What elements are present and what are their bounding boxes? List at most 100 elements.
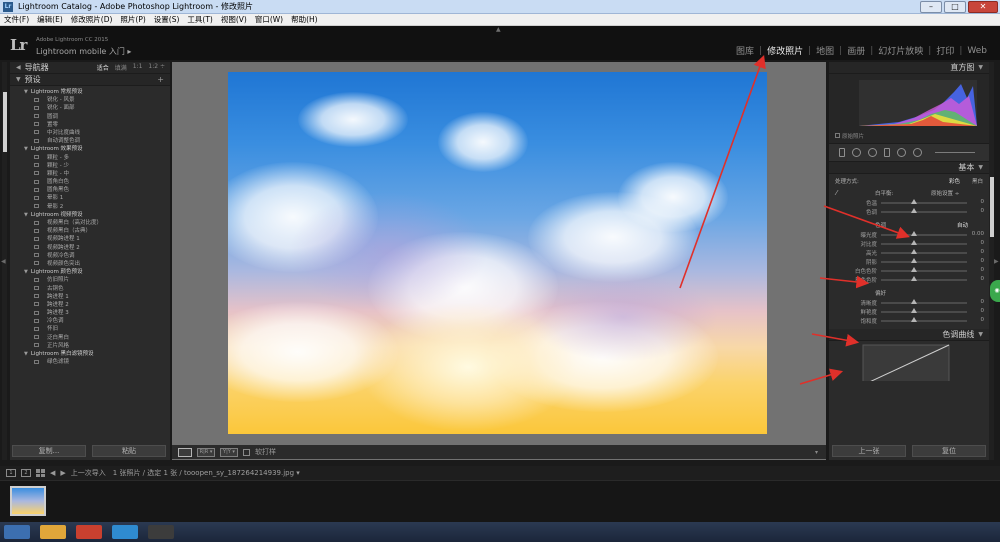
menu-help[interactable]: 帮助(H)	[287, 14, 322, 25]
preset-item[interactable]: 锐化 - 面部	[24, 104, 170, 112]
disclosure-triangle-icon[interactable]: ▼	[16, 76, 21, 83]
module-develop[interactable]: 修改照片	[762, 44, 808, 57]
crop-tool-icon[interactable]	[839, 148, 845, 157]
sky-photo[interactable]	[228, 72, 767, 434]
slider-value[interactable]: 0	[981, 258, 985, 264]
soft-proof-checkbox[interactable]	[243, 448, 250, 456]
preset-item[interactable]: 颗粒 - 中	[24, 170, 170, 178]
graduated-filter-icon[interactable]	[884, 148, 890, 157]
menu-file[interactable]: 文件(F)	[0, 14, 33, 25]
slider-track[interactable]	[881, 234, 967, 236]
zoom-1-1[interactable]: 1:1	[133, 63, 143, 72]
filmstrip-thumbnail[interactable]	[10, 486, 46, 516]
taskbar-app-icon[interactable]	[148, 525, 174, 539]
second-window-button[interactable]: 2	[21, 469, 31, 477]
before-after-view-icon[interactable]: R|R ▾	[197, 447, 215, 457]
paste-settings-button[interactable]: 粘贴	[92, 445, 166, 457]
preset-item[interactable]: 视频颜色突出	[24, 260, 170, 268]
navigator-panel-header[interactable]: ◀ 导航器 适合 填满 1:1 1:2 ÷	[10, 62, 170, 74]
preset-item[interactable]: 中对比度曲线	[24, 129, 170, 137]
preset-item[interactable]: 颗粒 - 多	[24, 154, 170, 162]
floating-badge-icon[interactable]: ◉	[990, 280, 1000, 302]
slider-knob[interactable]	[911, 267, 917, 272]
white-balance-dropdown[interactable]: 原始设置 ÷	[931, 189, 959, 197]
taskbar-app-icon[interactable]	[40, 525, 66, 539]
tone-curve-panel-header[interactable]: 色调曲线 ▼	[829, 329, 989, 341]
slider-track[interactable]	[881, 320, 967, 322]
preset-item[interactable]: 视频跨进程 2	[24, 244, 170, 252]
preset-item[interactable]: 仿旧照片	[24, 276, 170, 284]
slider-value[interactable]: 0	[981, 267, 985, 273]
module-library[interactable]: 图库	[731, 44, 759, 57]
slider-value[interactable]: 0	[981, 308, 985, 314]
module-print[interactable]: 打印	[931, 44, 959, 57]
preset-item[interactable]: 圆调	[24, 113, 170, 121]
loupe-view-icon[interactable]	[178, 447, 192, 457]
add-preset-icon[interactable]: +	[157, 75, 170, 84]
preset-item[interactable]: 正片风格	[24, 342, 170, 350]
slider-knob[interactable]	[911, 308, 917, 313]
slider-value[interactable]: 0	[981, 240, 985, 246]
auto-tone-button[interactable]: 自动	[957, 221, 968, 229]
slider-knob[interactable]	[911, 231, 917, 236]
expand-left-panel-icon[interactable]: ◀	[1, 258, 6, 265]
preset-folder[interactable]: ▼ Lightroom 黑白滤镜预设	[24, 350, 170, 358]
compare-view-icon[interactable]: Y|Y ▾	[220, 447, 238, 457]
module-map[interactable]: 地图	[811, 44, 839, 57]
basic-panel-header[interactable]: 基本 ▼	[829, 162, 989, 174]
histogram-panel-header[interactable]: 直方图 ▼	[829, 62, 989, 74]
original-photo-checkbox[interactable]	[835, 133, 840, 138]
preset-item[interactable]: 绿色滤镜	[24, 358, 170, 366]
module-slideshow[interactable]: 幻灯片放映	[873, 44, 928, 57]
folder-disclosure-icon[interactable]: ▼	[24, 351, 28, 357]
tool-strip-slider[interactable]	[935, 152, 975, 153]
tone-curve-graph[interactable]	[829, 341, 989, 381]
slider-knob[interactable]	[911, 249, 917, 254]
module-web[interactable]: Web	[962, 46, 992, 56]
slider-knob[interactable]	[911, 240, 917, 245]
slider-value[interactable]: 0	[981, 276, 985, 282]
disclosure-triangle-icon[interactable]: ◀	[16, 64, 21, 71]
slider-value[interactable]: 0	[981, 249, 985, 255]
mobile-getting-started-link[interactable]: Lightroom mobile 入门 ▸	[36, 46, 131, 57]
slider-knob[interactable]	[911, 299, 917, 304]
slider-value[interactable]: 0	[981, 317, 985, 323]
module-book[interactable]: 画册	[842, 44, 870, 57]
original-photo-toggle[interactable]: 原始照片	[835, 132, 864, 140]
zoom-1-2[interactable]: 1:2 ÷	[148, 63, 165, 72]
preset-folder[interactable]: ▼ Lightroom 颜色预设	[24, 268, 170, 276]
preset-item[interactable]: 视频冷色调	[24, 252, 170, 260]
adjustment-brush-icon[interactable]	[913, 148, 922, 157]
folder-disclosure-icon[interactable]: ▼	[24, 269, 28, 275]
preset-folder[interactable]: ▼ Lightroom 视频预设	[24, 211, 170, 219]
slider-knob[interactable]	[911, 317, 917, 322]
menu-edit[interactable]: 编辑(E)	[33, 14, 67, 25]
slider-knob[interactable]	[911, 199, 917, 204]
preset-item[interactable]: 锐化 - 风景	[24, 96, 170, 104]
grid-view-icon[interactable]	[36, 469, 45, 477]
taskbar-app-icon[interactable]	[76, 525, 102, 539]
slider-track[interactable]	[881, 243, 967, 245]
preset-item[interactable]: 怀旧	[24, 325, 170, 333]
slider-knob[interactable]	[911, 276, 917, 281]
slider-value[interactable]: 0	[981, 208, 985, 214]
preset-item[interactable]: 冷色调	[24, 317, 170, 325]
slider-track[interactable]	[881, 311, 967, 313]
menu-photo[interactable]: 照片(P)	[116, 14, 149, 25]
slider-knob[interactable]	[911, 208, 917, 213]
menu-tools[interactable]: 工具(T)	[183, 14, 216, 25]
preset-item[interactable]: 视频黑白（古典）	[24, 227, 170, 235]
preset-item[interactable]: 圆角黑色	[24, 186, 170, 194]
filmstrip-source-info[interactable]: 上一次导入 1 张照片 / 选定 1 张 / tooopen_sy_187264…	[71, 468, 300, 478]
menu-develop[interactable]: 修改照片(D)	[67, 14, 117, 25]
preset-folder[interactable]: ▼ Lightroom 效果预设	[24, 145, 170, 153]
preset-item[interactable]: 晕影 1	[24, 194, 170, 202]
treatment-color-button[interactable]: 彩色	[949, 177, 960, 185]
scrollbar-thumb[interactable]	[3, 92, 7, 152]
preset-item[interactable]: 视频黑白（高对比度）	[24, 219, 170, 227]
menu-settings[interactable]: 设置(S)	[150, 14, 184, 25]
menu-view[interactable]: 视图(V)	[217, 14, 251, 25]
zoom-fit[interactable]: 适合	[97, 63, 109, 72]
previous-button[interactable]: 上一张	[832, 445, 906, 457]
slider-track[interactable]	[881, 270, 967, 272]
